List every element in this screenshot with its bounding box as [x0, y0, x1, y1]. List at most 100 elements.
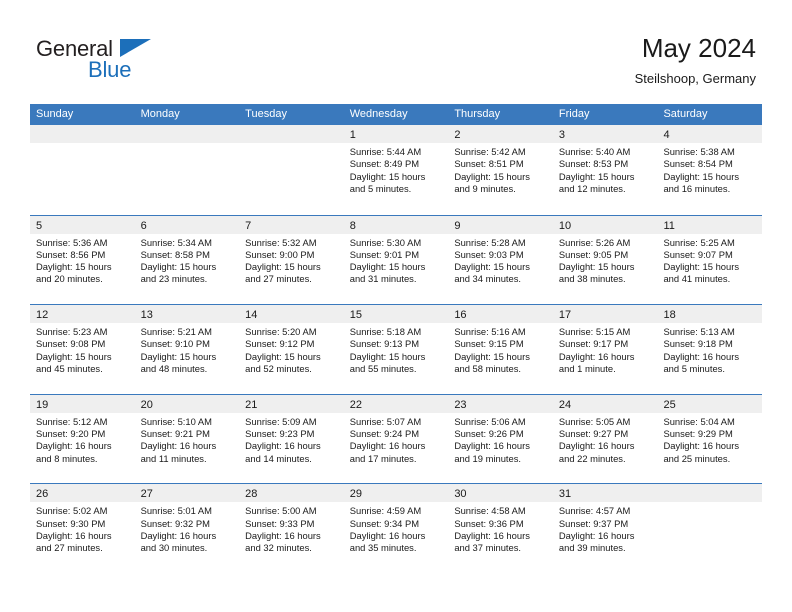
sunset-text: Sunset: 9:29 PM [663, 428, 733, 440]
day-cell[interactable]: 1 Sunrise: 5:44 AM Sunset: 8:49 PM Daylight… [343, 125, 449, 215]
day-info: Sunrise: 5:20 AM Sunset: 9:12 PM Daylight:… [239, 323, 344, 375]
day-info: Sunrise: 5:23 AM Sunset: 9:08 PM Daylight:… [30, 323, 135, 375]
day-number: 2 [454, 129, 461, 141]
sunrise-text: Sunrise: 5:44 AM [349, 146, 422, 157]
day-number: 27 [140, 488, 153, 501]
daylight-text: Daylight: 16 hours and 1 minute. [558, 350, 635, 375]
sunset-text: Sunset: 9:01 PM [349, 248, 420, 260]
day-cell[interactable]: 31 Sunrise: 4:57 AM Sunset: 9:37 PM Dayligh… [552, 484, 658, 573]
day-cell[interactable]: 30 Sunrise: 4:58 AM Sunset: 9:36 PM Dayligh… [448, 484, 553, 573]
daylight-text: Daylight: 15 hours and 16 minutes. [663, 170, 740, 194]
day-cell[interactable]: 6 Sunrise: 5:34 AM Sunset: 8:58 PM Daylight… [134, 215, 240, 305]
day-cell[interactable]: 9 Sunrise: 5:28 AM Sunset: 9:03 PM Daylight… [448, 215, 553, 305]
day-info: Sunrise: 5:00 AM Sunset: 9:33 PM Daylight:… [239, 502, 344, 554]
sunset-text: Sunset: 9:18 PM [663, 338, 733, 350]
day-cell[interactable]: 3 Sunrise: 5:40 AM Sunset: 8:53 PM Daylight… [552, 125, 658, 215]
day-cell[interactable]: 2 Sunrise: 5:42 AM Sunset: 8:51 PM Daylight… [448, 125, 553, 215]
day-cell[interactable]: 20 Sunrise: 5:10 AM Sunset: 9:21 PM Dayligh… [134, 394, 240, 484]
day-cell[interactable]: 28 Sunrise: 5:00 AM Sunset: 9:33 PM Dayligh… [239, 484, 344, 573]
sunset-text: Sunset: 9:17 PM [558, 338, 629, 350]
sunset-text: Sunset: 8:56 PM [36, 248, 106, 260]
day-cell[interactable]: 17 Sunrise: 5:15 AM Sunset: 9:17 PM Dayligh… [552, 305, 658, 394]
day-cell[interactable]: 10 Sunrise: 5:26 AM Sunset: 9:05 PM Dayligh… [552, 215, 658, 305]
weekday-header-friday: Friday [558, 108, 590, 120]
day-number: 28 [245, 488, 258, 501]
sunrise-text: Sunrise: 5:09 AM [245, 415, 317, 427]
daylight-text: Daylight: 15 hours and 27 minutes. [245, 261, 321, 285]
week-row: 26 Sunrise: 5:02 AM Sunset: 9:30 PM Dayligh… [30, 483, 763, 573]
sunrise-text: Sunrise: 5:40 AM [558, 146, 631, 157]
sunset-text: Sunset: 9:07 PM [663, 248, 733, 260]
day-cell[interactable]: 25 Sunrise: 5:04 AM Sunset: 9:29 PM Dayligh… [657, 394, 763, 484]
day-number: 18 [663, 309, 676, 322]
sunset-text: Sunset: 8:54 PM [663, 158, 733, 170]
sunset-text: Sunset: 8:53 PM [558, 158, 629, 170]
day-number: 24 [558, 398, 572, 411]
day-number: 30 [454, 488, 467, 501]
day-cell[interactable]: 15 Sunrise: 5:18 AM Sunset: 9:13 PM Dayligh… [343, 305, 449, 394]
day-number: 31 [558, 488, 572, 501]
day-cell[interactable]: 4 Sunrise: 5:38 AM Sunset: 8:54 PM Daylight… [657, 125, 763, 215]
day-info: Sunrise: 4:58 AM Sunset: 9:36 PM Daylight:… [448, 502, 553, 554]
day-cell[interactable]: 11 Sunrise: 5:25 AM Sunset: 9:07 PM Dayligh… [657, 215, 763, 305]
day-cell[interactable]: 29 Sunrise: 4:59 AM Sunset: 9:34 PM Dayligh… [343, 484, 449, 573]
daylight-text: Daylight: 16 hours and 37 minutes. [454, 529, 530, 554]
sunset-text: Sunset: 9:24 PM [349, 428, 420, 440]
day-info: Sunrise: 4:59 AM Sunset: 9:34 PM Daylight:… [344, 502, 449, 554]
sunset-text: Sunset: 9:03 PM [454, 248, 524, 260]
day-number: 29 [349, 488, 362, 501]
sunrise-text: Sunrise: 5:36 AM [36, 236, 108, 248]
day-info: Sunrise: 5:05 AM Sunset: 9:27 PM Daylight:… [553, 413, 658, 465]
week-row: 5 Sunrise: 5:36 AM Sunset: 8:56 PM Daylight… [30, 214, 763, 305]
sunset-text: Sunset: 9:15 PM [454, 338, 524, 350]
day-number-band: 8 [343, 215, 449, 234]
day-cell[interactable]: 19 Sunrise: 5:12 AM Sunset: 9:20 PM Dayligh… [30, 394, 135, 484]
sunrise-text: Sunrise: 5:32 AM [245, 236, 317, 248]
day-info: Sunrise: 5:30 AM Sunset: 9:01 PM Daylight:… [344, 234, 449, 286]
day-cell[interactable]: 27 Sunrise: 5:01 AM Sunset: 9:32 PM Dayligh… [134, 484, 240, 573]
daylight-text: Daylight: 16 hours and 5 minutes. [663, 350, 740, 375]
day-number-band: 7 [239, 215, 344, 234]
sunset-text: Sunset: 9:26 PM [454, 428, 524, 440]
daylight-text: Daylight: 15 hours and 20 minutes. [36, 261, 112, 285]
sunrise-text: Sunrise: 5:38 AM [663, 146, 735, 157]
day-number: 23 [454, 398, 467, 411]
daylight-text: Daylight: 16 hours and 22 minutes. [558, 440, 635, 464]
calendar-grid: Sunday Monday Tuesday Wednesday Thursday Frid… [30, 104, 763, 573]
day-cell[interactable]: 12 Sunrise: 5:23 AM Sunset: 9:08 PM Dayligh… [30, 305, 135, 394]
general-blue-logo[interactable]: General Blue [36, 36, 151, 86]
day-cell[interactable]: 14 Sunrise: 5:20 AM Sunset: 9:12 PM Dayligh… [239, 305, 344, 394]
day-cell[interactable]: 22 Sunrise: 5:07 AM Sunset: 9:24 PM Dayligh… [343, 394, 449, 484]
day-number-band: 10 [552, 215, 658, 234]
sunset-text: Sunset: 8:58 PM [140, 248, 210, 260]
day-cell[interactable]: 5 Sunrise: 5:36 AM Sunset: 8:56 PM Daylight… [30, 215, 135, 305]
day-info: Sunrise: 5:32 AM Sunset: 9:00 PM Daylight:… [239, 234, 344, 286]
day-cell[interactable]: 24 Sunrise: 5:05 AM Sunset: 9:27 PM Dayligh… [552, 394, 658, 484]
day-cell[interactable]: 21 Sunrise: 5:09 AM Sunset: 9:23 PM Dayligh… [239, 394, 344, 484]
day-number: 15 [349, 309, 362, 322]
sunrise-text: Sunrise: 5:42 AM [454, 146, 526, 157]
logo-text-blue: Blue [88, 57, 132, 82]
day-cell[interactable]: 18 Sunrise: 5:13 AM Sunset: 9:18 PM Dayligh… [657, 305, 763, 394]
day-number: 3 [558, 129, 566, 141]
sunrise-text: Sunrise: 5:16 AM [454, 326, 526, 338]
day-cell[interactable]: 23 Sunrise: 5:06 AM Sunset: 9:26 PM Dayligh… [448, 394, 553, 484]
day-cell[interactable]: 7 Sunrise: 5:32 AM Sunset: 9:00 PM Daylight… [239, 215, 344, 305]
day-number-band: 31 [552, 484, 658, 503]
page-header: General Blue May 2024 Steilshoop, German… [0, 0, 792, 104]
day-number-band: 2 [448, 125, 553, 143]
daylight-text: Daylight: 16 hours and 25 minutes. [663, 440, 740, 464]
day-number-band: 28 [239, 484, 344, 503]
day-cell[interactable]: 26 Sunrise: 5:02 AM Sunset: 9:30 PM Dayligh… [30, 484, 135, 573]
day-cell[interactable]: 8 Sunrise: 5:30 AM Sunset: 9:01 PM Daylight… [343, 215, 449, 305]
calendar-page: General Blue May 2024 Steilshoop, German… [0, 0, 792, 612]
day-cell[interactable]: 13 Sunrise: 5:21 AM Sunset: 9:10 PM Dayligh… [134, 305, 240, 394]
daylight-text: Daylight: 15 hours and 12 minutes. [558, 170, 635, 194]
day-number-band: 9 [448, 215, 553, 234]
day-cell[interactable]: 16 Sunrise: 5:16 AM Sunset: 9:15 PM Dayligh… [448, 305, 553, 394]
day-number-band: 14 [239, 305, 344, 324]
day-info: Sunrise: 5:34 AM Sunset: 8:58 PM Daylight:… [135, 234, 240, 286]
day-number-band: 6 [134, 215, 240, 234]
day-number: 21 [245, 398, 258, 411]
daylight-text: Daylight: 15 hours and 9 minutes. [454, 170, 530, 194]
